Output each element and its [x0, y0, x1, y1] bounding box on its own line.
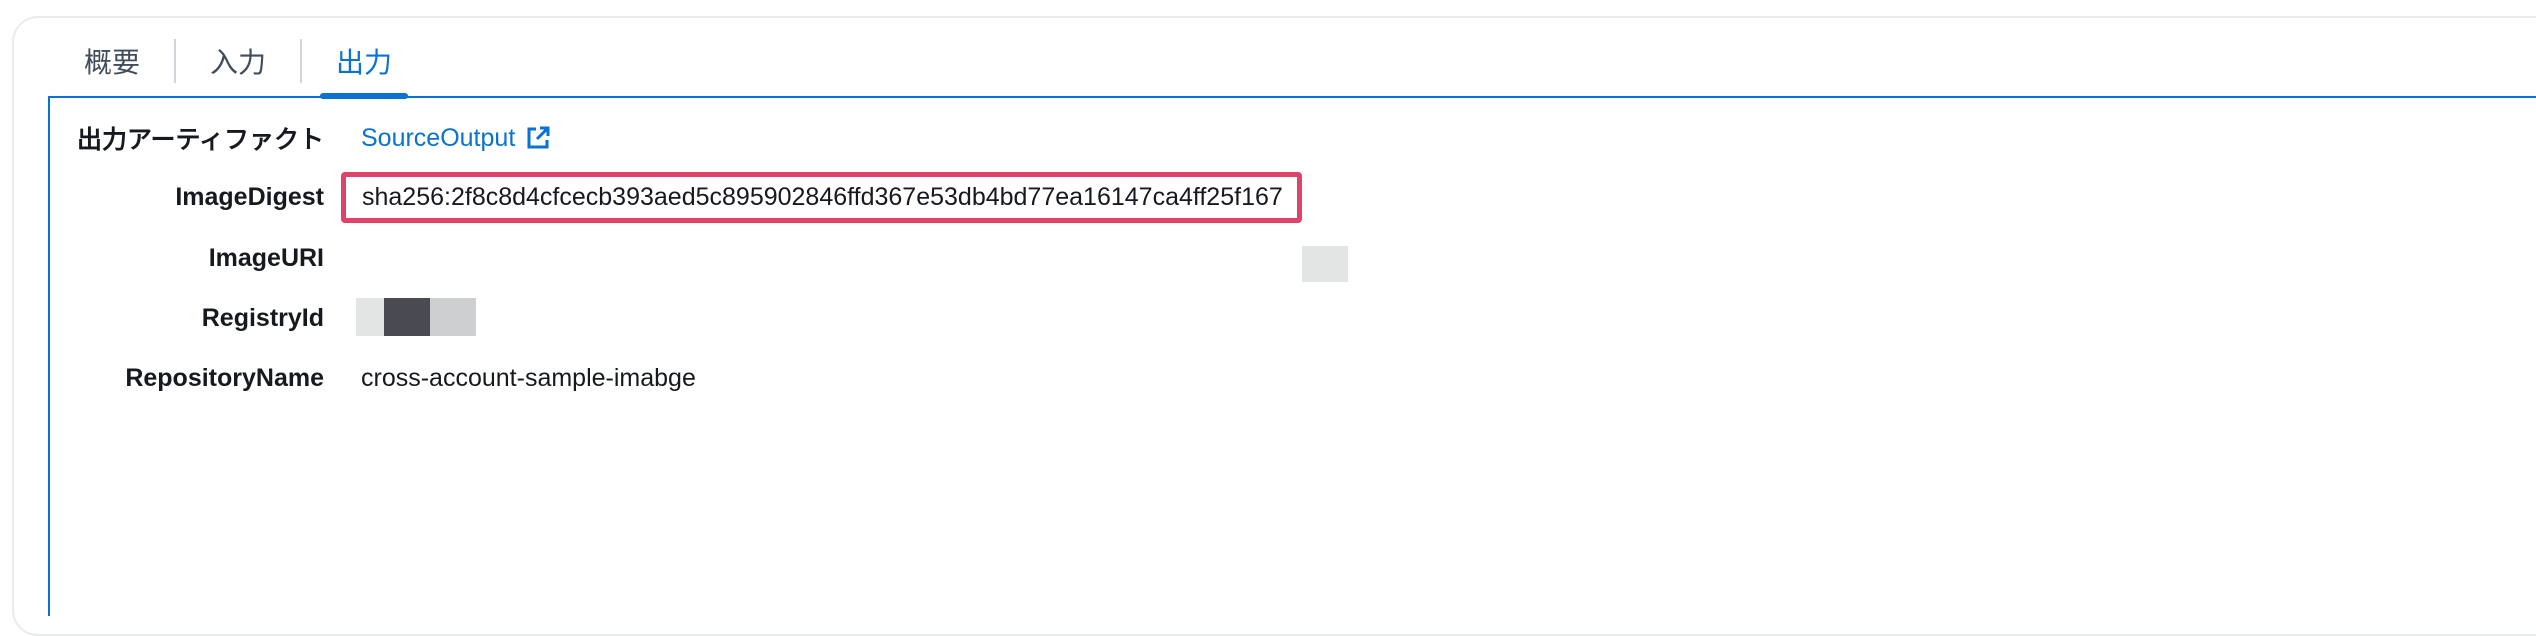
- registry-id-label: RegistryId: [201, 303, 324, 332]
- repository-name-value: cross-account-sample-imabge: [361, 363, 696, 392]
- tab-overview-label: 概要: [84, 47, 141, 78]
- image-digest-value: sha256:2f8c8d4cfcecb393aed5c895902846ffd…: [341, 171, 1302, 223]
- image-digest-row: ImageDigest sha256:2f8c8d4cfcecb393aed5c…: [50, 168, 1302, 226]
- repository-name-label: RepositoryName: [125, 363, 324, 392]
- tab-overview[interactable]: 概要: [52, 31, 174, 91]
- repository-name-row: RepositoryName cross-account-sample-imab…: [50, 354, 696, 402]
- tab-output[interactable]: 出力: [302, 31, 426, 99]
- external-link-icon: [527, 126, 550, 149]
- tab-input-label: 入力: [210, 47, 267, 78]
- output-artifact-row: 出力アーティファクト SourceOutput: [50, 114, 551, 162]
- redacted-block: [356, 298, 384, 336]
- redacted-block: [1302, 246, 1348, 282]
- source-output-link[interactable]: SourceOutput: [361, 124, 551, 153]
- registry-id-row: RegistryId: [50, 294, 361, 342]
- tab-bar: 概要 入力 出力: [52, 26, 426, 99]
- tab-output-label: 出力: [336, 47, 393, 78]
- image-digest-label: ImageDigest: [175, 182, 324, 211]
- image-uri-label: ImageURI: [208, 243, 324, 272]
- output-panel: 出力アーティファクト SourceOutput ImageDigest sha2…: [48, 96, 2536, 616]
- image-uri-row: ImageURI: [50, 234, 361, 282]
- redacted-block: [384, 298, 430, 336]
- tab-input[interactable]: 入力: [176, 31, 300, 91]
- output-artifact-label: 出力アーティファクト: [76, 126, 324, 154]
- redacted-block: [430, 298, 476, 336]
- source-output-link-text: SourceOutput: [361, 123, 516, 152]
